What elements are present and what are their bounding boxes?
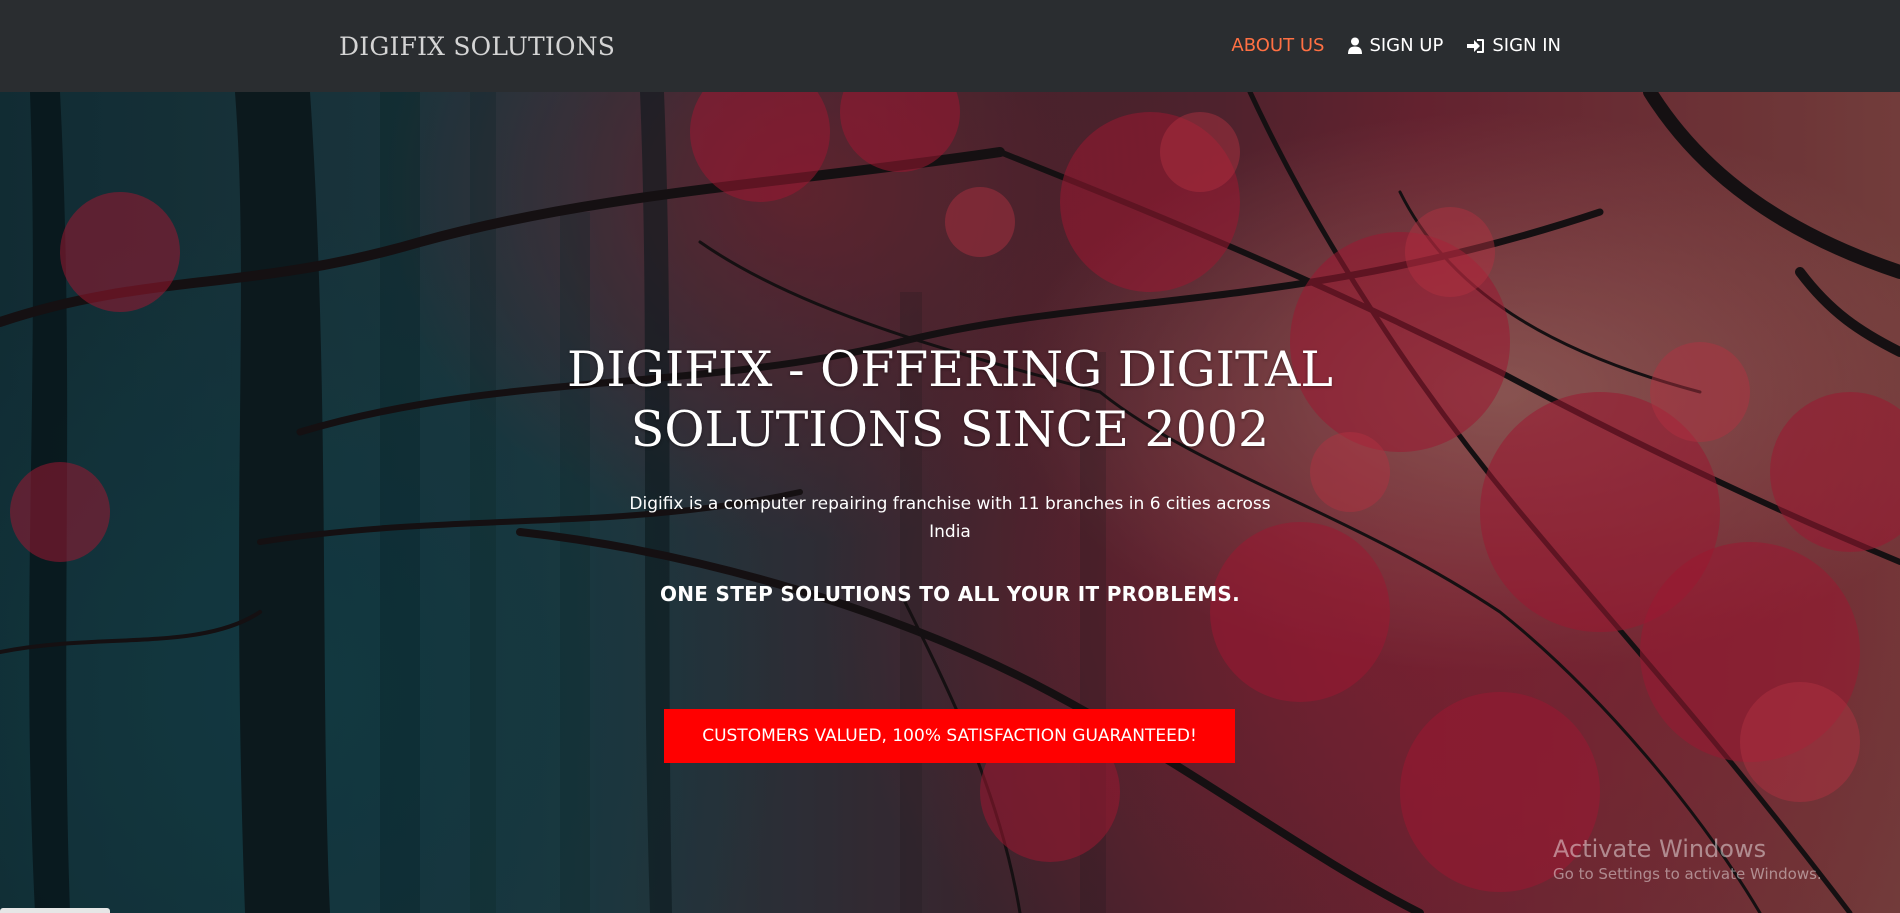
bottom-left-tab-stub xyxy=(0,908,110,913)
hero-section: DIGIFIX - OFFERING DIGITAL SOLUTIONS SIN… xyxy=(0,92,1900,913)
user-icon xyxy=(1348,37,1363,54)
brand-logo-text[interactable]: DIGIFIX SOLUTIONS xyxy=(339,32,615,61)
hero-title-line-2: SOLUTIONS SINCE 2002 xyxy=(630,401,1270,458)
hero-content: DIGIFIX - OFFERING DIGITAL SOLUTIONS SIN… xyxy=(0,92,1900,913)
activate-windows-subtitle: Go to Settings to activate Windows. xyxy=(1553,865,1822,883)
hero-description: Digifix is a computer repairing franchis… xyxy=(629,494,1271,542)
activate-windows-title: Activate Windows xyxy=(1553,835,1767,863)
nav-link-sign-in[interactable]: SIGN IN xyxy=(1467,35,1561,56)
top-navbar: DIGIFIX SOLUTIONS ABOUT US SIGN UP SIGN … xyxy=(0,0,1900,92)
nav-link-sign-in-label: SIGN IN xyxy=(1492,35,1561,56)
nav-links: ABOUT US SIGN UP SIGN IN xyxy=(1231,35,1561,56)
hero-tagline: ONE STEP SOLUTIONS TO ALL YOUR IT PROBLE… xyxy=(659,582,1241,606)
satisfaction-cta-button[interactable]: CUSTOMERS VALUED, 100% SATISFACTION GUAR… xyxy=(664,709,1235,763)
nav-link-about-us-label: ABOUT US xyxy=(1231,35,1325,56)
nav-link-about-us[interactable]: ABOUT US xyxy=(1231,35,1324,56)
activate-windows-watermark: Activate Windows Go to Settings to activ… xyxy=(1553,834,1822,884)
nav-link-sign-up[interactable]: SIGN UP xyxy=(1348,35,1443,56)
nav-link-sign-up-label: SIGN UP xyxy=(1369,35,1444,56)
hero-title: DIGIFIX - OFFERING DIGITAL SOLUTIONS SIN… xyxy=(550,340,1350,460)
sign-in-icon xyxy=(1467,38,1485,54)
page: DIGIFIX SOLUTIONS ABOUT US SIGN UP SIGN … xyxy=(0,0,1900,913)
hero-title-line-1: DIGIFIX - OFFERING DIGITAL xyxy=(567,341,1333,398)
